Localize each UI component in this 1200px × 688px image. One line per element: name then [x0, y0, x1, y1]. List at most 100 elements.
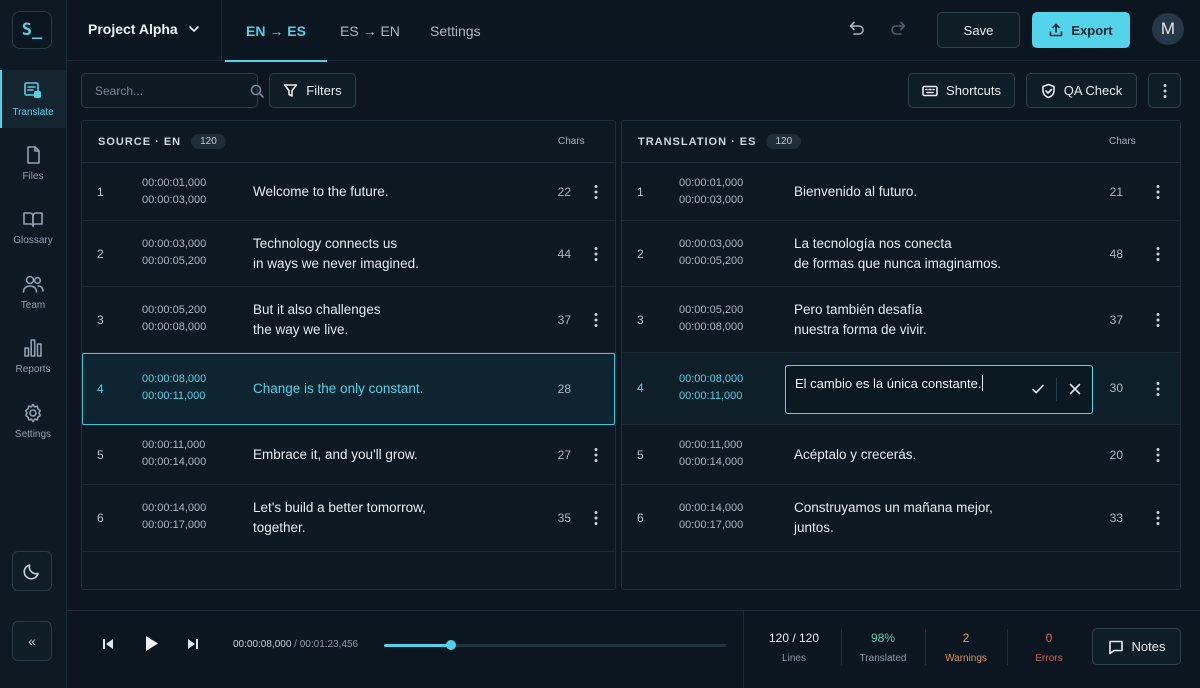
subtitle-text[interactable]: Change is the only constant. — [253, 379, 423, 399]
table-row-active[interactable]: 4 00:00:08,000 00:00:11,000 El cambio es… — [622, 353, 1180, 425]
char-count: 28 — [557, 382, 571, 396]
redo-icon[interactable] — [890, 19, 908, 37]
search-icon — [250, 84, 264, 98]
tab-en-es[interactable]: EN → ES — [225, 0, 327, 62]
skip-forward-icon[interactable] — [187, 638, 199, 650]
export-button[interactable]: Export — [1032, 12, 1130, 48]
tab-settings[interactable]: Settings — [430, 0, 481, 61]
kebab-icon[interactable] — [1156, 510, 1160, 526]
save-button[interactable]: Save — [937, 12, 1020, 48]
kebab-icon[interactable] — [594, 246, 598, 262]
sidebar-item-files[interactable]: Files — [0, 134, 66, 192]
kebab-icon[interactable] — [594, 184, 598, 200]
chars-column-header: Chars — [558, 136, 585, 147]
app-logo[interactable]: S_ — [12, 11, 52, 49]
notes-button[interactable]: Notes — [1092, 628, 1181, 665]
play-icon[interactable] — [145, 635, 159, 652]
kebab-icon[interactable] — [1156, 184, 1160, 200]
start-time: 00:00:14,000 — [679, 502, 744, 514]
table-row-active[interactable]: 4 00:00:08,000 00:00:11,000 Change is th… — [82, 353, 615, 425]
kebab-icon[interactable] — [1156, 312, 1160, 328]
undo-icon[interactable] — [847, 19, 865, 37]
table-row[interactable]: 3 00:00:05,200 00:00:08,000 Pero también… — [622, 287, 1180, 353]
translation-text[interactable]: La tecnología nos conecta de formas que … — [794, 234, 1001, 274]
top-bar: Project Alpha EN → ES ES → EN Settings S… — [67, 0, 1200, 62]
translation-count-badge: 120 — [766, 134, 802, 149]
edit-text: El cambio es la única constante. — [795, 375, 984, 391]
timecode: 00:00:08,000 00:00:11,000 — [142, 371, 206, 405]
check-icon[interactable] — [1031, 382, 1045, 396]
skip-back-icon[interactable] — [102, 638, 114, 650]
subtitle-text[interactable]: Welcome to the future. — [253, 182, 389, 202]
divider — [1007, 629, 1008, 665]
kebab-icon[interactable] — [594, 447, 598, 463]
start-time: 00:00:11,000 — [142, 439, 206, 451]
translation-edit-field[interactable]: El cambio es la única constante. — [785, 365, 1093, 414]
filters-button[interactable]: Filters — [269, 73, 356, 108]
sidebar-item-reports[interactable]: Reports — [0, 327, 66, 385]
subtitle-text[interactable]: But it also challenges the way we live. — [253, 300, 381, 340]
sidebar-item-label: Files — [22, 170, 44, 182]
sidebar-item-team[interactable]: Team — [0, 263, 66, 321]
close-icon[interactable] — [1069, 383, 1081, 395]
start-time: 00:00:01,000 — [142, 177, 207, 189]
translation-text[interactable]: Acéptalo y crecerás. — [794, 445, 916, 465]
avatar[interactable]: M — [1152, 13, 1184, 45]
start-time: 00:00:14,000 — [142, 502, 207, 514]
kebab-icon[interactable] — [1156, 381, 1160, 397]
start-time: 00:00:08,000 — [679, 373, 744, 385]
subtitle-text[interactable]: Technology connects us in ways we never … — [253, 234, 419, 274]
translation-text[interactable]: Pero también desafía nuestra forma de vi… — [794, 300, 927, 340]
progress-slider[interactable] — [384, 640, 726, 650]
char-count: 37 — [557, 313, 571, 327]
search-input[interactable] — [95, 83, 250, 98]
qa-check-button[interactable]: QA Check — [1026, 73, 1137, 108]
more-options-button[interactable] — [1148, 73, 1181, 108]
divider — [221, 0, 222, 60]
kebab-icon[interactable] — [1156, 447, 1160, 463]
start-time: 00:00:11,000 — [679, 439, 743, 451]
search-input-wrapper[interactable] — [81, 73, 264, 108]
translation-text[interactable]: Bienvenido al futuro. — [794, 182, 917, 202]
table-row[interactable]: 3 00:00:05,200 00:00:08,000 But it also … — [82, 287, 615, 353]
text-line: in ways we never imagined. — [253, 256, 419, 271]
table-row[interactable]: 1 00:00:01,000 00:00:03,000 Welcome to t… — [82, 164, 615, 221]
text-caret — [982, 375, 984, 391]
table-row[interactable]: 1 00:00:01,000 00:00:03,000 Bienvenido a… — [622, 164, 1180, 221]
table-row[interactable]: 5 00:00:11,000 00:00:14,000 Embrace it, … — [82, 425, 615, 485]
timecode: 00:00:01,000 00:00:03,000 — [142, 175, 206, 209]
kebab-icon[interactable] — [1156, 246, 1160, 262]
stat-translated: 98% Translated — [848, 631, 918, 664]
collapse-sidebar-button[interactable]: « — [12, 621, 52, 661]
sidebar-item-glossary[interactable]: Glossary — [0, 198, 66, 256]
translation-text[interactable]: Construyamos un mañana mejor, juntos. — [794, 498, 993, 538]
tab-label: EN → ES — [246, 22, 306, 39]
sidebar-item-settings[interactable]: Settings — [0, 392, 66, 450]
theme-toggle-button[interactable] — [12, 551, 52, 591]
end-time: 00:00:08,000 — [679, 321, 744, 333]
subtitle-text[interactable]: Let's build a better tomorrow, together. — [253, 498, 426, 538]
table-row[interactable]: 6 00:00:14,000 00:00:17,000 Let's build … — [82, 485, 615, 552]
project-selector[interactable]: Project Alpha — [88, 21, 200, 37]
translation-panel-title: TRANSLATION · ES — [638, 135, 757, 148]
sidebar-item-translate[interactable]: Translate — [0, 70, 66, 128]
row-number: 2 — [637, 247, 644, 261]
timecode: 00:00:05,200 00:00:08,000 — [142, 302, 206, 336]
char-count: 21 — [1109, 185, 1123, 199]
text-line: Technology connects us — [253, 236, 398, 251]
kebab-icon[interactable] — [594, 510, 598, 526]
table-row[interactable]: 2 00:00:03,000 00:00:05,200 Technology c… — [82, 221, 615, 287]
shortcuts-button[interactable]: Shortcuts — [908, 73, 1015, 108]
table-row[interactable]: 6 00:00:14,000 00:00:17,000 Construyamos… — [622, 485, 1180, 552]
end-time: 00:00:14,000 — [142, 456, 207, 468]
tab-es-en[interactable]: ES → EN — [340, 0, 400, 61]
slider-handle[interactable] — [445, 640, 456, 650]
stat-warnings: 2 Warnings — [931, 631, 1001, 664]
kebab-icon[interactable] — [594, 312, 598, 328]
text-line: Embrace it, and you'll grow. — [253, 447, 418, 462]
table-row[interactable]: 2 00:00:03,000 00:00:05,200 La tecnologí… — [622, 221, 1180, 287]
table-row[interactable]: 5 00:00:11,000 00:00:14,000 Acéptalo y c… — [622, 425, 1180, 485]
text-line: But it also challenges — [253, 302, 381, 317]
subtitle-text[interactable]: Embrace it, and you'll grow. — [253, 445, 418, 465]
playback-bar: 00:00:08,000 / 00:01:23,456 120 / 120 Li… — [67, 610, 1200, 688]
